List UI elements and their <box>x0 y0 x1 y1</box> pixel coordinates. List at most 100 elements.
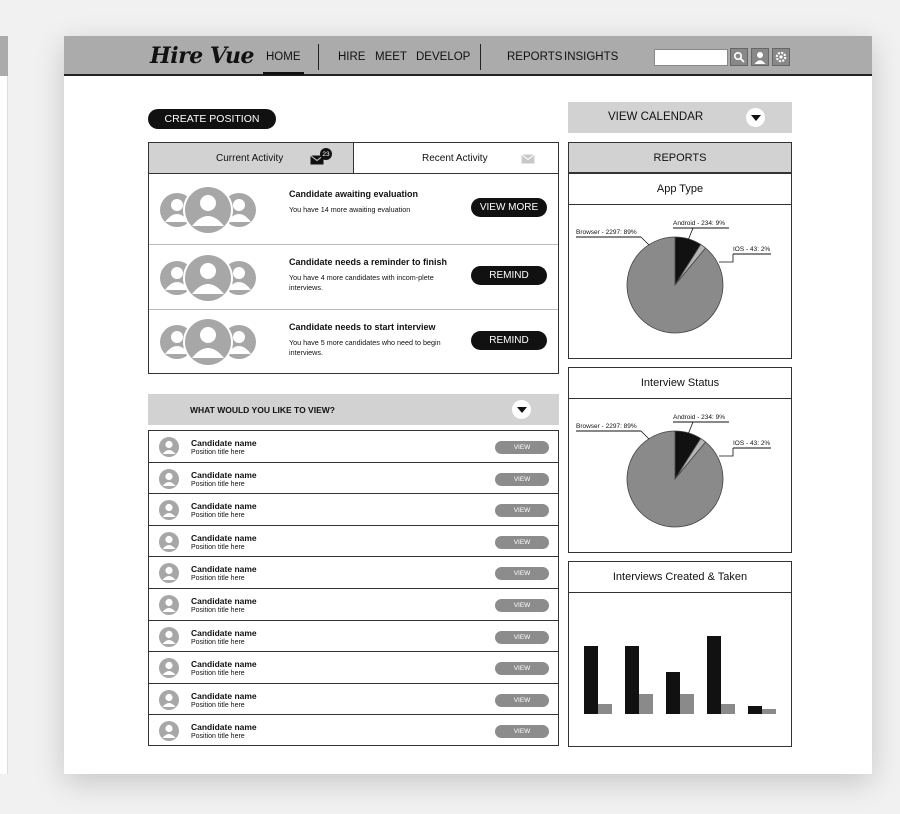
candidate-name: Candidate name <box>191 438 257 448</box>
candidate-list: Candidate name Position title here VIEW Can… <box>148 430 559 746</box>
profile-button[interactable] <box>751 48 769 66</box>
view-more-button[interactable]: VIEW MORE <box>471 198 547 217</box>
view-candidate-button[interactable]: VIEW <box>495 725 549 739</box>
interviews-created-panel: Interviews Created & Taken <box>568 561 792 747</box>
avatar-icon <box>159 531 179 552</box>
activity-title: Candidate needs a reminder to finish <box>289 257 448 267</box>
avatar-icon <box>159 721 179 742</box>
pie-slice <box>626 430 724 528</box>
search-input[interactable] <box>654 49 728 66</box>
candidate-group-icon <box>160 253 256 303</box>
view-select-dropdown[interactable]: WHAT WOULD YOU LIKE TO VIEW? <box>148 394 559 425</box>
view-candidate-button[interactable]: VIEW <box>495 504 549 518</box>
candidate-position: Position title here <box>191 701 245 709</box>
candidate-group-icon <box>160 317 256 367</box>
view-candidate-button[interactable]: VIEW <box>495 599 549 612</box>
nav-develop[interactable]: DEVELOP <box>416 51 470 63</box>
bar <box>762 709 776 714</box>
avatar-icon <box>159 563 179 584</box>
gear-icon <box>775 51 787 63</box>
candidate-name: Candidate name <box>191 596 257 606</box>
avatar-icon <box>159 595 179 615</box>
tab-current-activity[interactable]: Current Activity 23 <box>149 143 354 174</box>
candidate-name: Candidate name <box>191 627 257 638</box>
top-nav-bar: Hire Vue HOME HIRE MEET DEVELOP REPORTS … <box>64 36 872 76</box>
candidate-name: Candidate name <box>191 690 257 701</box>
activity-title: Candidate awaiting evaluation <box>289 189 419 199</box>
candidate-row: Candidate name Position title here VIEW <box>149 557 558 589</box>
avatar-icon <box>159 500 179 521</box>
remind-button[interactable]: REMIND <box>471 266 547 285</box>
nav-home[interactable]: HOME <box>263 51 303 75</box>
pie-leader-line <box>719 448 734 457</box>
candidate-position: Position title here <box>191 512 245 520</box>
candidate-position: Position title here <box>191 575 245 583</box>
candidate-position: Position title here <box>191 670 245 678</box>
chevron-down-icon[interactable] <box>512 400 531 419</box>
view-calendar-button[interactable]: VIEW CALENDAR <box>568 102 792 133</box>
settings-button[interactable] <box>772 48 790 66</box>
activity-count-badge: 23 <box>320 148 332 160</box>
bar <box>707 636 721 714</box>
pie-label: Browser - 2297: 89% <box>576 423 637 430</box>
app-type-panel: App Type Browser - 2297: 89% Android - 23… <box>568 173 792 359</box>
remind-button[interactable]: REMIND <box>471 331 547 350</box>
previous-screen-edge <box>0 36 8 774</box>
view-candidate-button[interactable]: VIEW <box>495 662 549 676</box>
pie-slice <box>626 236 724 334</box>
pie-label: IOS - 43: 2% <box>733 440 770 447</box>
candidate-row: Candidate name Position title here VIEW <box>149 494 558 526</box>
nav-hire[interactable]: HIRE <box>338 51 365 63</box>
bar <box>639 694 653 714</box>
candidate-position: Position title here <box>191 449 245 456</box>
previous-screen-bar <box>0 36 8 76</box>
interview-status-panel: Interview Status Browser - 2297: 89% Andr… <box>568 367 792 553</box>
activity-description: You have 5 more candidates who need to b… <box>289 338 441 357</box>
view-candidate-button[interactable]: VIEW <box>495 630 549 644</box>
candidate-name: Candidate name <box>191 564 257 575</box>
candidate-position: Position title here <box>191 638 245 646</box>
candidate-name: Candidate name <box>191 659 257 670</box>
panel-title: App Type <box>569 174 791 205</box>
nav-insights[interactable]: INSIGHTS <box>564 51 618 63</box>
nav-meet[interactable]: MEET <box>375 51 407 63</box>
pie-leader-line <box>719 254 734 263</box>
candidate-position: Position title here <box>191 607 245 614</box>
view-candidate-button[interactable]: VIEW <box>495 567 549 581</box>
panel-title: Interviews Created & Taken <box>569 562 791 593</box>
mail-icon <box>521 154 535 164</box>
view-candidate-button[interactable]: VIEW <box>495 535 549 549</box>
view-calendar-label: VIEW CALENDAR <box>608 111 704 123</box>
pie-leader-line <box>640 236 650 246</box>
app-window: Hire Vue HOME HIRE MEET DEVELOP REPORTS … <box>64 36 872 774</box>
search-button[interactable] <box>730 48 748 66</box>
nav-divider <box>480 44 481 70</box>
candidate-row: Candidate name Position title here VIEW <box>149 463 558 495</box>
avatar-icon <box>159 689 179 710</box>
view-candidate-button[interactable]: VIEW <box>495 693 549 707</box>
chevron-down-icon[interactable] <box>746 108 765 127</box>
tab-label: Current Activity <box>216 152 284 164</box>
candidate-row: Candidate name Position title here VIEW <box>149 652 558 684</box>
view-candidate-button[interactable]: VIEW <box>495 441 549 454</box>
candidate-name: Candidate name <box>191 532 257 543</box>
pie-label: Android - 234: 9% <box>673 220 725 227</box>
avatar-icon <box>159 658 179 679</box>
bar <box>666 672 680 714</box>
nav-reports[interactable]: REPORTS <box>507 51 562 63</box>
tab-recent-activity[interactable]: Recent Activity <box>354 143 558 174</box>
create-position-button[interactable]: CREATE POSITION <box>148 109 276 129</box>
candidate-row: Candidate name Position title here VIEW <box>149 715 558 747</box>
activity-item: Candidate awaiting evaluation You have 1… <box>149 174 558 245</box>
pie-label: Browser - 2297: 89% <box>576 229 637 236</box>
activity-title: Candidate needs to start interview <box>289 322 436 332</box>
candidate-group-icon <box>160 185 256 235</box>
candidate-row: Candidate name Position title here VIEW <box>149 526 558 558</box>
search-icon <box>733 51 745 63</box>
bar <box>748 706 762 714</box>
activity-description: You have 4 more candidates with incom-pl… <box>289 273 434 292</box>
interviews-bar-chart <box>584 636 776 714</box>
view-candidate-button[interactable]: VIEW <box>495 472 549 486</box>
brand-logo[interactable]: Hire Vue <box>150 43 255 69</box>
candidate-row: Candidate name Position title here VIEW <box>149 684 558 716</box>
